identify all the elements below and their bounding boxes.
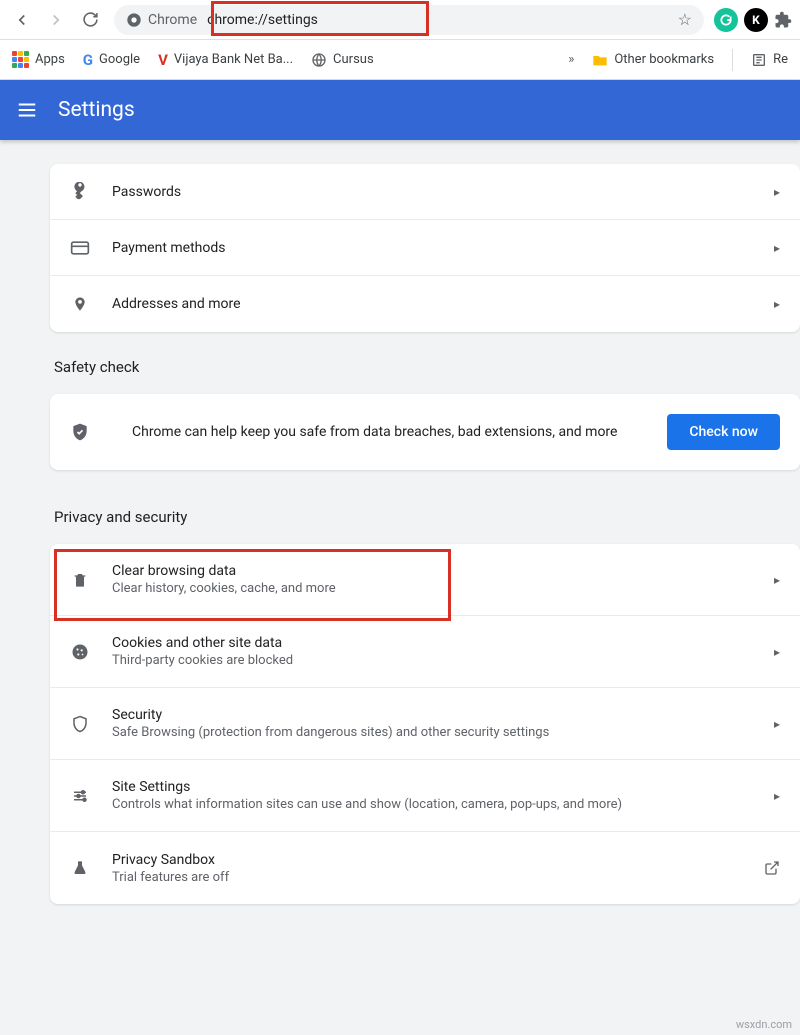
settings-content: Passwords ▸ Payment methods ▸ Addresses … bbox=[0, 140, 800, 904]
tune-icon bbox=[70, 786, 90, 806]
profile-avatar[interactable]: K bbox=[744, 8, 768, 32]
apps-bookmark[interactable]: Apps bbox=[12, 51, 65, 68]
cookies-title: Cookies and other site data bbox=[112, 635, 774, 651]
site-settings-title: Site Settings bbox=[112, 779, 774, 795]
clear-data-title: Clear browsing data bbox=[112, 563, 774, 579]
globe-icon bbox=[311, 52, 327, 68]
folder-icon bbox=[592, 53, 608, 67]
chevron-right-icon: ▸ bbox=[774, 789, 780, 803]
reading-list-label: Re bbox=[773, 52, 788, 67]
location-icon bbox=[70, 294, 90, 314]
flask-icon bbox=[70, 858, 90, 878]
extensions-icon[interactable] bbox=[774, 11, 792, 29]
cursus-bookmark[interactable]: Cursus bbox=[311, 52, 374, 68]
cursus-label: Cursus bbox=[333, 52, 374, 67]
other-bookmarks[interactable]: Other bookmarks bbox=[592, 52, 714, 67]
grammarly-extension-icon[interactable] bbox=[714, 8, 738, 32]
privacy-sandbox-row[interactable]: Privacy Sandbox Trial features are off bbox=[50, 832, 800, 904]
cookies-subtitle: Third-party cookies are blocked bbox=[112, 653, 774, 668]
cookie-icon bbox=[70, 642, 90, 662]
external-link-icon bbox=[764, 860, 780, 876]
passwords-row[interactable]: Passwords ▸ bbox=[50, 164, 800, 220]
menu-button[interactable] bbox=[16, 99, 38, 121]
chevron-right-icon: ▸ bbox=[774, 185, 780, 199]
check-now-button[interactable]: Check now bbox=[667, 414, 780, 450]
bookmarks-bar: Apps G Google V Vijaya Bank Net Ba... Cu… bbox=[0, 40, 800, 80]
autofill-card: Passwords ▸ Payment methods ▸ Addresses … bbox=[50, 164, 800, 332]
forward-button[interactable] bbox=[42, 6, 70, 34]
google-bookmark[interactable]: G Google bbox=[83, 51, 140, 69]
passwords-label: Passwords bbox=[112, 184, 774, 200]
chevron-right-icon: ▸ bbox=[774, 241, 780, 255]
url-text: chrome://settings bbox=[207, 12, 678, 28]
bookmark-star-icon[interactable]: ☆ bbox=[678, 10, 692, 29]
site-settings-subtitle: Controls what information sites can use … bbox=[112, 797, 774, 812]
vijaya-label: Vijaya Bank Net Ba... bbox=[174, 52, 293, 67]
safety-check-card: Chrome can help keep you safe from data … bbox=[50, 394, 800, 470]
site-settings-row[interactable]: Site Settings Controls what information … bbox=[50, 760, 800, 832]
shield-check-icon bbox=[70, 422, 90, 442]
page-title: Settings bbox=[58, 98, 135, 122]
payment-methods-row[interactable]: Payment methods ▸ bbox=[50, 220, 800, 276]
key-icon bbox=[70, 182, 90, 202]
security-subtitle: Safe Browsing (protection from dangerous… bbox=[112, 725, 774, 740]
settings-header: Settings bbox=[0, 80, 800, 140]
vijaya-icon: V bbox=[158, 51, 168, 69]
payment-icon bbox=[70, 238, 90, 258]
payment-label: Payment methods bbox=[112, 240, 774, 256]
browser-label: Chrome bbox=[148, 12, 197, 28]
apps-label: Apps bbox=[35, 52, 65, 67]
bookmark-overflow-icon[interactable]: » bbox=[568, 52, 574, 67]
cookies-row[interactable]: Cookies and other site data Third-party … bbox=[50, 616, 800, 688]
chevron-right-icon: ▸ bbox=[774, 297, 780, 311]
reading-list-icon bbox=[751, 52, 767, 68]
addresses-label: Addresses and more bbox=[112, 296, 774, 312]
clear-data-subtitle: Clear history, cookies, cache, and more bbox=[112, 581, 774, 596]
browser-toolbar: Chrome chrome://settings ☆ K bbox=[0, 0, 800, 40]
address-bar[interactable]: Chrome chrome://settings ☆ bbox=[114, 5, 704, 35]
back-button[interactable] bbox=[8, 6, 36, 34]
security-title: Security bbox=[112, 707, 774, 723]
safety-check-text: Chrome can help keep you safe from data … bbox=[132, 424, 667, 440]
addresses-row[interactable]: Addresses and more ▸ bbox=[50, 276, 800, 332]
apps-icon bbox=[12, 51, 29, 68]
sandbox-subtitle: Trial features are off bbox=[112, 870, 764, 885]
clear-browsing-data-row[interactable]: Clear browsing data Clear history, cooki… bbox=[50, 544, 800, 616]
safety-check-heading: Safety check bbox=[54, 358, 800, 376]
chrome-icon bbox=[126, 12, 142, 28]
trash-icon bbox=[70, 570, 90, 590]
privacy-card: Clear browsing data Clear history, cooki… bbox=[50, 544, 800, 904]
vijaya-bookmark[interactable]: V Vijaya Bank Net Ba... bbox=[158, 51, 293, 69]
privacy-heading: Privacy and security bbox=[54, 508, 800, 526]
chevron-right-icon: ▸ bbox=[774, 573, 780, 587]
watermark: wsxdn.com bbox=[736, 1018, 792, 1031]
shield-icon bbox=[70, 714, 90, 734]
sandbox-title: Privacy Sandbox bbox=[112, 852, 764, 868]
reading-list[interactable]: Re bbox=[751, 52, 788, 68]
reload-button[interactable] bbox=[76, 6, 104, 34]
google-icon: G bbox=[83, 51, 93, 69]
chevron-right-icon: ▸ bbox=[774, 717, 780, 731]
divider bbox=[732, 49, 733, 71]
google-label: Google bbox=[99, 52, 140, 67]
chevron-right-icon: ▸ bbox=[774, 645, 780, 659]
other-bookmarks-label: Other bookmarks bbox=[614, 52, 714, 67]
security-row[interactable]: Security Safe Browsing (protection from … bbox=[50, 688, 800, 760]
